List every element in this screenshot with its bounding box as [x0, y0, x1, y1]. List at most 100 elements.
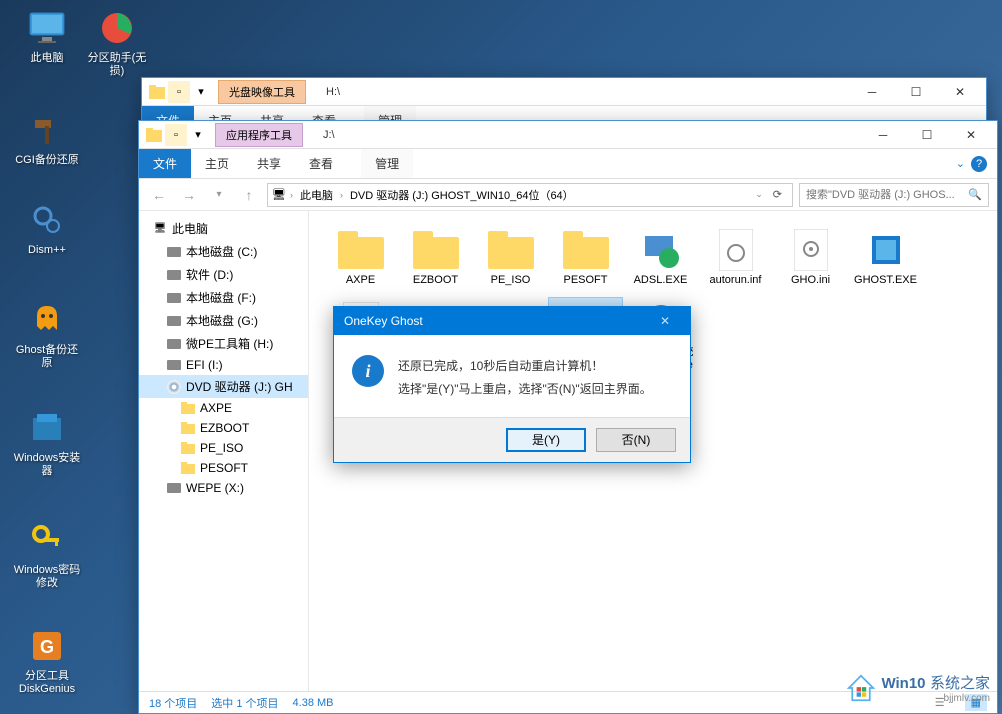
dvd-icon [167, 380, 181, 394]
file-item[interactable]: AXPE [323, 225, 398, 291]
tree-item[interactable]: DVD 驱动器 (J:) GH [139, 375, 308, 398]
nav-history-button[interactable]: ▾ [207, 183, 231, 207]
status-size: 4.38 MB [293, 697, 334, 709]
qa-dropdown[interactable]: ▾ [187, 124, 209, 146]
search-box[interactable]: 🔍 [799, 183, 989, 207]
disk-icon [167, 481, 181, 495]
ghost-icon [27, 300, 67, 340]
nav-tree: 🖥 此电脑 本地磁盘 (C:)软件 (D:)本地磁盘 (F:)本地磁盘 (G:)… [139, 211, 309, 691]
tree-item[interactable]: 本地磁盘 (G:) [139, 309, 308, 332]
maximize-button[interactable]: ☐ [894, 79, 938, 105]
file-item[interactable]: autorun.inf [698, 225, 773, 291]
watermark: Win10 系统之家 bjjmlv.com [847, 672, 990, 704]
tree-item[interactable]: 软件 (D:) [139, 263, 308, 286]
desktop-icon-windows-installer[interactable]: Windows安装器 [12, 408, 82, 478]
search-input[interactable] [806, 189, 968, 201]
folder-icon [181, 401, 195, 415]
tab-share[interactable]: 共享 [243, 149, 295, 178]
file-item[interactable]: PESOFT [548, 225, 623, 291]
disk-icon [167, 245, 181, 259]
folder-icon [487, 229, 535, 271]
tab-manage[interactable]: 管理 [361, 149, 413, 178]
disk-icon [167, 358, 181, 372]
crumb-dropdown[interactable]: ⌄ [755, 189, 763, 200]
hammer-icon [27, 110, 67, 150]
minimize-button[interactable]: ─ [861, 122, 905, 148]
file-item[interactable]: PE_ISO [473, 225, 548, 291]
desktop-icon-cgi-backup[interactable]: CGI备份还原 [12, 110, 82, 167]
disk-icon [167, 337, 181, 351]
yes-button[interactable]: 是(Y) [506, 428, 586, 452]
tree-root[interactable]: 🖥 此电脑 [139, 217, 308, 240]
no-button[interactable]: 否(N) [596, 428, 676, 452]
breadcrumb[interactable]: 🖥 › 此电脑 › DVD 驱动器 (J:) GHOST_WIN10_64位（6… [267, 183, 793, 207]
ribbon-expand-icon[interactable]: ⌄ [956, 157, 965, 170]
folder-icon [181, 421, 195, 435]
search-icon: 🔍 [968, 188, 982, 201]
crumb-root[interactable]: 此电脑 [297, 187, 336, 203]
maximize-button[interactable]: ☐ [905, 122, 949, 148]
desktop-icon-password-reset[interactable]: Windows密码修改 [12, 520, 82, 590]
qa-dropdown[interactable]: ▾ [190, 81, 212, 103]
file-item[interactable]: GHO.ini [773, 225, 848, 291]
tab-file[interactable]: 文件 [139, 149, 191, 178]
contextual-tab-label: 光盘映像工具 [218, 80, 306, 104]
computer-icon: 🖥 [272, 188, 286, 201]
tree-item[interactable]: 微PE工具箱 (H:) [139, 332, 308, 355]
folder-icon [412, 229, 460, 271]
ribbon: 文件 主页 共享 查看 管理 ⌄ ? [139, 149, 997, 179]
tree-item[interactable]: 本地磁盘 (C:) [139, 240, 308, 263]
inf-icon [712, 229, 760, 271]
folder-icon [143, 124, 165, 146]
exe-net-icon [637, 229, 685, 271]
file-item[interactable]: GHOST.EXE [848, 225, 923, 291]
dialog-titlebar[interactable]: OneKey Ghost ✕ [334, 307, 690, 335]
gears-icon [27, 200, 67, 240]
desktop-icon-dism[interactable]: Dism++ [12, 200, 82, 257]
disk-icon [167, 268, 181, 282]
nav-up-button[interactable]: ↑ [237, 183, 261, 207]
help-icon[interactable]: ? [971, 156, 987, 172]
desktop-icon-diskgenius[interactable]: G 分区工具DiskGenius [12, 626, 82, 696]
status-item-count: 18 个项目 [149, 695, 197, 711]
titlebar[interactable]: ▫ ▾ 应用程序工具 J:\ ─ ☐ ✕ [139, 121, 997, 149]
tree-item[interactable]: EFI (I:) [139, 355, 308, 375]
tree-item[interactable]: AXPE [139, 398, 308, 418]
dialog-close-button[interactable]: ✕ [650, 314, 680, 328]
window-title: H:\ [326, 86, 340, 98]
key-icon [27, 520, 67, 560]
close-button[interactable]: ✕ [949, 122, 993, 148]
tab-view[interactable]: 查看 [295, 149, 347, 178]
dialog-message: 还原已完成，10秒后自动重启计算机！ 选择"是(Y)"马上重启，选择"否(N)"… [398, 355, 652, 401]
desktop-icon-partition-assistant[interactable]: 分区助手(无损) [82, 8, 152, 78]
folder-icon [146, 81, 168, 103]
crumb-drive[interactable]: DVD 驱动器 (J:) GHOST_WIN10_64位（64） [347, 187, 577, 203]
nav-forward-button[interactable]: → [177, 183, 201, 207]
tree-item[interactable]: PESOFT [139, 458, 308, 478]
nav-back-button[interactable]: ← [147, 183, 171, 207]
tree-item[interactable]: WEPE (X:) [139, 478, 308, 498]
computer-icon [27, 8, 67, 48]
desktop-icon-this-pc[interactable]: 此电脑 [12, 8, 82, 65]
folder-icon [337, 229, 385, 271]
tree-item[interactable]: 本地磁盘 (F:) [139, 286, 308, 309]
file-item[interactable]: EZBOOT [398, 225, 473, 291]
minimize-button[interactable]: ─ [850, 79, 894, 105]
refresh-icon[interactable]: ⟳ [767, 188, 788, 201]
exe-blue-icon [862, 229, 910, 271]
disk-icon [167, 291, 181, 305]
tree-item[interactable]: PE_ISO [139, 438, 308, 458]
onekey-ghost-dialog: OneKey Ghost ✕ i 还原已完成，10秒后自动重启计算机！ 选择"是… [333, 306, 691, 463]
file-item[interactable]: ADSL.EXE [623, 225, 698, 291]
titlebar[interactable]: ▫ ▾ 光盘映像工具 H:\ ─ ☐ ✕ [142, 78, 986, 106]
tab-home[interactable]: 主页 [191, 149, 243, 178]
desktop-icon-ghost-backup[interactable]: Ghost备份还原 [12, 300, 82, 370]
close-button[interactable]: ✕ [938, 79, 982, 105]
qa-properties[interactable]: ▫ [168, 81, 190, 103]
watermark-logo-icon [847, 674, 875, 702]
address-bar: ← → ▾ ↑ 🖥 › 此电脑 › DVD 驱动器 (J:) GHOST_WIN… [139, 179, 997, 211]
tree-item[interactable]: EZBOOT [139, 418, 308, 438]
folder-icon [562, 229, 610, 271]
info-icon: i [352, 355, 384, 387]
qa-properties[interactable]: ▫ [165, 124, 187, 146]
